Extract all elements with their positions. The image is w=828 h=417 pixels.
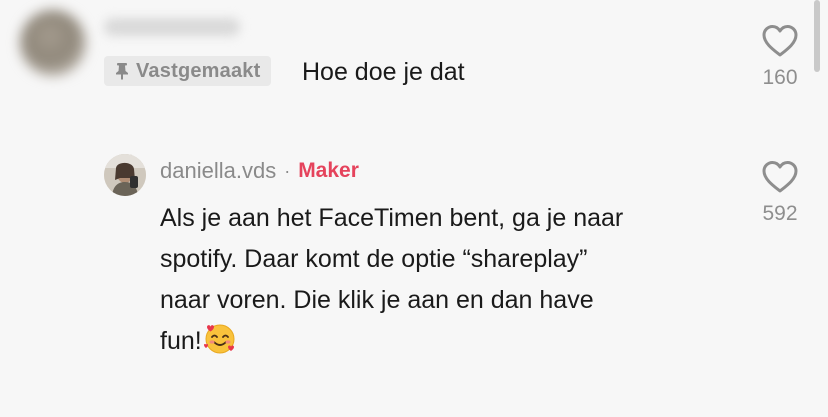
reply-text: Als je aan het FaceTimen bent, ga je naa… <box>160 198 720 368</box>
commenter-avatar[interactable] <box>20 10 86 76</box>
pinned-comment-text: Hoe doe je dat <box>302 58 465 86</box>
separator-dot: · <box>284 160 291 181</box>
reply-text-line: fun! <box>160 327 202 355</box>
like-count: 160 <box>762 66 798 89</box>
pinned-label: Vastgemaakt <box>136 59 261 82</box>
comments-panel: Vastgemaakt Hoe doe je dat 160 daniella.… <box>0 0 828 417</box>
reply-text-line: naar voren. Die klik je aan en dan have <box>160 286 594 314</box>
heart-outline-icon[interactable] <box>761 24 799 63</box>
like-count: 592 <box>762 202 798 225</box>
creator-badge: Maker <box>298 159 359 182</box>
heart-outline-icon[interactable] <box>761 160 799 199</box>
reply-text-line-last: fun! <box>160 321 720 368</box>
pinned-comment-like: 160 <box>750 24 810 91</box>
smiling-face-with-hearts-icon <box>203 321 237 368</box>
reply-text-line: spotify. Daar komt de optie “shareplay” <box>160 245 588 273</box>
commenter-username-redacted[interactable] <box>104 18 240 36</box>
pin-icon <box>114 62 130 80</box>
reply-header: daniella.vds · Maker <box>160 158 359 184</box>
reply-avatar[interactable] <box>104 154 146 196</box>
reply-username[interactable]: daniella.vds <box>160 158 276 184</box>
scrollbar[interactable] <box>814 0 820 72</box>
reply-like: 592 <box>750 160 810 227</box>
reply-text-line: Als je aan het FaceTimen bent, ga je naa… <box>160 204 624 232</box>
pinned-badge: Vastgemaakt <box>104 56 271 86</box>
